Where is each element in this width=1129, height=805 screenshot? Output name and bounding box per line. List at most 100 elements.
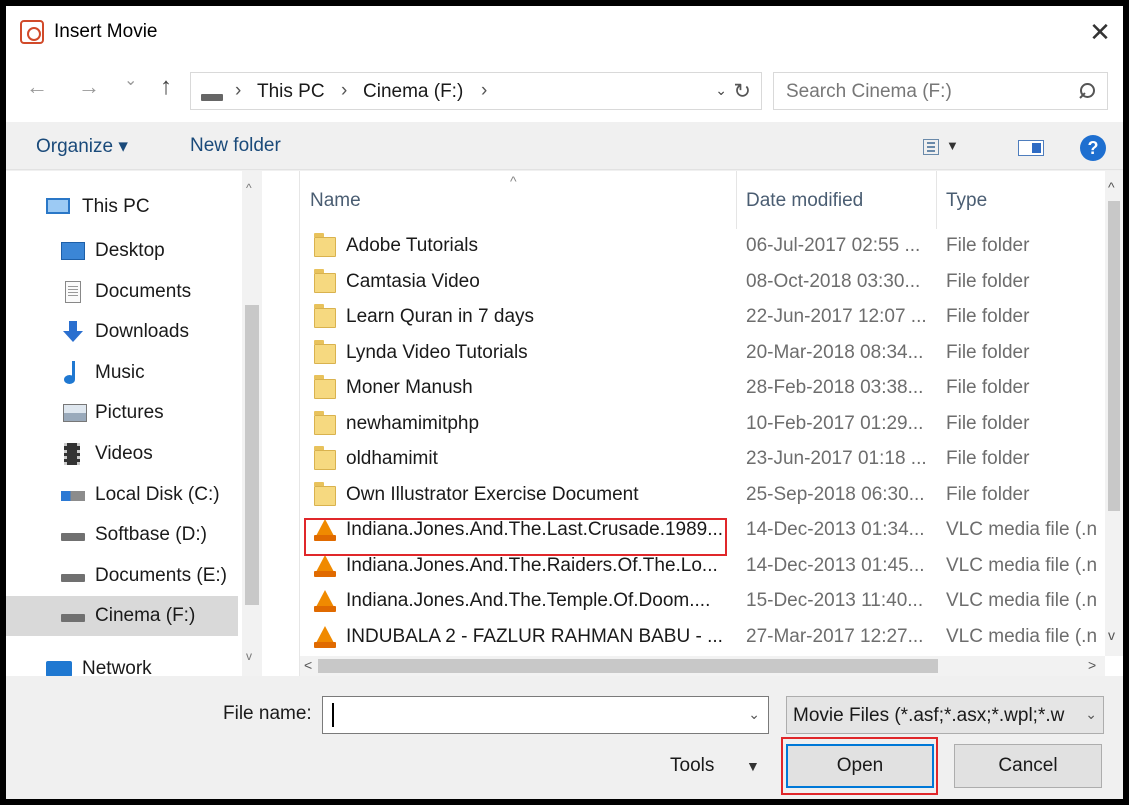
- scroll-up-arrow-icon[interactable]: ^: [246, 181, 252, 195]
- nav-pane-scroll-thumb[interactable]: [245, 305, 259, 605]
- vlc-media-icon: [314, 625, 336, 650]
- file-type: VLC media file (.n: [946, 625, 1098, 647]
- breadcrumb-cinema[interactable]: Cinema (F:): [363, 81, 463, 103]
- up-arrow-icon[interactable]: ↑: [160, 73, 172, 101]
- change-view-icon[interactable]: [923, 139, 939, 155]
- nav-item-videos[interactable]: Videos: [6, 434, 238, 474]
- scroll-down-arrow-icon[interactable]: v: [1108, 627, 1115, 643]
- search-input[interactable]: Search Cinema (F:): [773, 72, 1108, 110]
- file-name-input[interactable]: ⌄: [322, 696, 769, 734]
- file-name: INDUBALA 2 - FAZLUR RAHMAN BABU - ...: [346, 625, 723, 647]
- breadcrumb-separator: ›: [235, 80, 242, 101]
- nav-item-music[interactable]: Music: [6, 353, 238, 393]
- nav-item-cinema-f[interactable]: Cinema (F:): [6, 596, 238, 636]
- search-icon[interactable]: [1079, 83, 1095, 99]
- address-bar[interactable]: › This PC › Cinema (F:) › ⌄ ↻: [190, 72, 762, 110]
- column-header-name[interactable]: Name: [310, 190, 361, 212]
- file-list-horizontal-scrollbar[interactable]: < >: [300, 656, 1105, 676]
- file-type: File folder: [946, 377, 1030, 398]
- cancel-button[interactable]: Cancel: [954, 744, 1102, 788]
- column-divider[interactable]: [736, 171, 737, 229]
- close-button[interactable]: ✕: [1077, 6, 1123, 58]
- file-list-vertical-scrollbar[interactable]: ^ v: [1105, 171, 1123, 656]
- file-row[interactable]: Own Illustrator Exercise Document 25-Sep…: [300, 478, 1105, 514]
- nav-item-this-pc[interactable]: This PC: [6, 187, 238, 227]
- column-divider[interactable]: [936, 171, 937, 229]
- refresh-icon[interactable]: ↻: [733, 79, 751, 104]
- organize-menu-button[interactable]: Organize ▾: [36, 135, 128, 158]
- folder-icon: [314, 481, 336, 506]
- file-name: Moner Manush: [346, 377, 473, 398]
- nav-pane-scrollbar[interactable]: ^ v: [242, 171, 262, 676]
- folder-icon: [314, 410, 336, 435]
- navigation-pane: This PC Desktop Documents Downloads Musi…: [6, 171, 300, 679]
- file-type: VLC media file (.n: [946, 554, 1098, 576]
- file-name: Own Illustrator Exercise Document: [346, 483, 639, 505]
- nav-item-local-disk-c[interactable]: Local Disk (C:): [6, 475, 238, 515]
- breadcrumb-this-pc[interactable]: This PC: [257, 81, 325, 103]
- file-row[interactable]: INDUBALA 2 - FAZLUR RAHMAN BABU - ... 27…: [300, 620, 1105, 656]
- scroll-down-arrow-icon[interactable]: v: [246, 649, 252, 663]
- file-date: 20-Mar-2018 08:34...: [746, 341, 924, 363]
- file-type: VLC media file (.n: [946, 519, 1098, 540]
- file-type-filter-select[interactable]: Movie Files (*.asf;*.asx;*.wpl;*.w ⌄: [786, 696, 1104, 734]
- file-row[interactable]: Adobe Tutorials 06-Jul-2017 02:55 ... Fi…: [300, 229, 1105, 265]
- file-name: Learn Quran in 7 days: [346, 306, 535, 327]
- nav-item-label: Desktop: [95, 240, 165, 261]
- videos-icon: [64, 443, 80, 465]
- drive-icon: [201, 94, 223, 101]
- file-name-dropdown-chevron-icon[interactable]: ⌄: [748, 706, 760, 723]
- file-type-filter-value: Movie Files (*.asf;*.asx;*.wpl;*.w: [793, 705, 1065, 726]
- nav-item-desktop[interactable]: Desktop: [6, 231, 238, 271]
- music-icon: [64, 361, 82, 385]
- file-type: File folder: [946, 341, 1030, 363]
- nav-item-downloads[interactable]: Downloads: [6, 312, 238, 352]
- drive-icon: [61, 574, 85, 582]
- nav-item-label: Softbase (D:): [95, 524, 207, 545]
- column-header-date-modified[interactable]: Date modified: [746, 190, 863, 212]
- nav-item-label: Cinema (F:): [95, 605, 196, 626]
- file-list-vertical-scroll-thumb[interactable]: [1108, 201, 1120, 511]
- view-dropdown-chevron-icon[interactable]: ▼: [946, 138, 959, 153]
- column-header-type[interactable]: Type: [946, 190, 987, 212]
- nav-item-pictures[interactable]: Pictures: [6, 393, 238, 433]
- file-name: Lynda Video Tutorials: [346, 341, 528, 363]
- file-row[interactable]: Indiana.Jones.And.The.Temple.Of.Doom....…: [300, 584, 1105, 620]
- file-row[interactable]: Moner Manush 28-Feb-2018 03:38... File f…: [300, 371, 1105, 407]
- nav-item-label: Documents (E:): [95, 565, 227, 586]
- nav-item-documents-e[interactable]: Documents (E:): [6, 556, 238, 596]
- file-type: File folder: [946, 270, 1030, 292]
- file-name: Indiana.Jones.And.The.Raiders.Of.The.Lo.…: [346, 554, 718, 576]
- open-button[interactable]: Open: [786, 744, 934, 788]
- nav-item-softbase-d[interactable]: Softbase (D:): [6, 515, 238, 555]
- file-row[interactable]: Camtasia Video 08-Oct-2018 03:30... File…: [300, 265, 1105, 301]
- highlighted-file-outline: [304, 518, 727, 556]
- back-arrow-icon[interactable]: ←: [26, 74, 48, 100]
- dialog-footer: File name: ⌄ Movie Files (*.asf;*.asx;*.…: [6, 676, 1123, 799]
- tools-menu-button[interactable]: Tools: [670, 755, 714, 777]
- monitor-icon: [46, 198, 70, 214]
- scroll-up-arrow-icon[interactable]: ^: [1108, 179, 1115, 195]
- nav-item-label: Music: [95, 362, 145, 383]
- address-dropdown-chevron-icon[interactable]: ⌄: [715, 82, 727, 99]
- file-list: ^ Name Date modified Type Adobe Tutorial…: [300, 171, 1123, 676]
- file-name: Indiana.Jones.And.The.Temple.Of.Doom....: [346, 590, 711, 611]
- help-icon[interactable]: ?: [1080, 135, 1106, 161]
- file-row[interactable]: Lynda Video Tutorials 20-Mar-2018 08:34.…: [300, 336, 1105, 372]
- forward-arrow-icon[interactable]: →: [78, 74, 100, 100]
- file-row[interactable]: oldhamimit 23-Jun-2017 01:18 ... File fo…: [300, 442, 1105, 478]
- nav-item-documents[interactable]: Documents: [6, 272, 238, 312]
- new-folder-button[interactable]: New folder: [190, 135, 281, 157]
- file-list-horizontal-scroll-thumb[interactable]: [318, 659, 938, 673]
- recent-locations-chevron-icon[interactable]: ⌄: [124, 70, 137, 90]
- preview-pane-icon[interactable]: [1018, 140, 1044, 156]
- scroll-right-arrow-icon[interactable]: >: [1088, 657, 1096, 673]
- nav-item-label: Pictures: [95, 402, 164, 423]
- filter-dropdown-chevron-icon[interactable]: ⌄: [1085, 706, 1097, 723]
- file-row[interactable]: Learn Quran in 7 days 22-Jun-2017 12:07 …: [300, 300, 1105, 336]
- file-row[interactable]: newhamimitphp 10-Feb-2017 01:29... File …: [300, 407, 1105, 443]
- tools-dropdown-chevron-icon[interactable]: ▼: [746, 758, 760, 774]
- file-type: File folder: [946, 412, 1030, 434]
- breadcrumb-separator: ›: [341, 80, 348, 101]
- scroll-left-arrow-icon[interactable]: <: [304, 657, 312, 673]
